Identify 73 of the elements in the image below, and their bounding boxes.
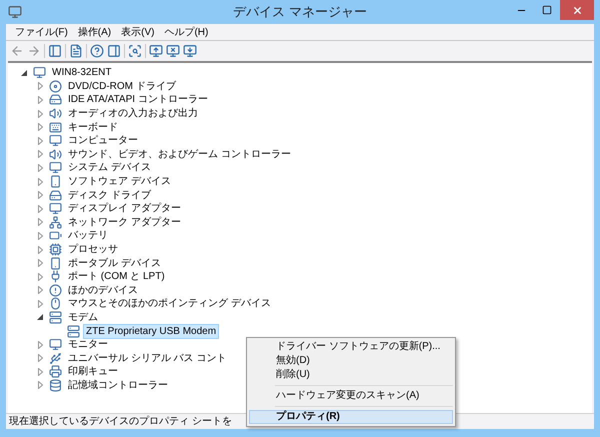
- context-menu-item[interactable]: プロパティ(R): [249, 410, 454, 424]
- tree-item[interactable]: ソフトウェア デバイス: [65, 174, 174, 190]
- database-icon: [49, 378, 62, 392]
- help-icon[interactable]: [90, 44, 104, 58]
- monitor-x-icon[interactable]: [166, 44, 180, 58]
- monitor-icon: [49, 202, 62, 216]
- alert-icon: [49, 284, 62, 297]
- context-menu-item[interactable]: ドライバー ソフトウェアの更新(P)...: [249, 340, 454, 354]
- document-icon[interactable]: [69, 44, 83, 58]
- keyboard-icon: [49, 120, 62, 134]
- menu-item[interactable]: 操作(A): [72, 24, 116, 40]
- context-menu-item[interactable]: ハードウェア変更のスキャン(A): [249, 389, 454, 403]
- speaker-icon: [49, 148, 62, 161]
- panel-icon[interactable]: [48, 44, 62, 58]
- context-menu-item[interactable]: 無効(D): [249, 354, 454, 368]
- tree-item[interactable]: ディスプレイ アダプター: [65, 201, 184, 216]
- tree-item[interactable]: ポート (COM と LPT): [65, 269, 168, 284]
- tree-item[interactable]: モニター: [65, 337, 111, 352]
- tree-item[interactable]: ディスク ドライブ: [65, 188, 154, 203]
- tree-item[interactable]: システム デバイス: [65, 160, 154, 176]
- context-menu-item[interactable]: 削除(U): [249, 368, 454, 382]
- tree-item[interactable]: モデム: [65, 310, 101, 325]
- close-icon: [572, 4, 582, 16]
- tree-item[interactable]: コンピューター: [65, 133, 141, 148]
- tree-item[interactable]: プロセッサ: [65, 242, 121, 258]
- forward-icon[interactable]: [27, 44, 41, 58]
- tree-item[interactable]: ZTE Proprietary USB Modem: [83, 324, 220, 339]
- tree-item[interactable]: ポータブル デバイス: [65, 256, 164, 271]
- maximize-icon: [542, 5, 552, 15]
- drive-icon: [49, 93, 62, 106]
- monitor-down-icon[interactable]: [183, 44, 197, 58]
- printer-icon: [49, 365, 62, 378]
- modem-icon: [67, 324, 80, 338]
- tree-item[interactable]: サウンド、ビデオ、およびゲーム コントローラー: [65, 146, 294, 162]
- usb-icon: [49, 352, 62, 365]
- mouse-icon: [49, 297, 62, 310]
- scan-icon[interactable]: [128, 44, 142, 58]
- tree-item[interactable]: ユニバーサル シリアル バス コント: [65, 350, 230, 366]
- monitor-icon: [49, 134, 62, 148]
- plug-icon: [49, 270, 62, 284]
- computer-icon: [33, 66, 46, 80]
- server-icon: [49, 310, 62, 324]
- tree-item[interactable]: オーディオの入力および出力: [65, 106, 201, 122]
- drive-icon: [49, 188, 62, 202]
- tree-item[interactable]: ほかのデバイス: [65, 282, 141, 298]
- monitor-up-icon[interactable]: [149, 44, 163, 58]
- tree-item[interactable]: DVD/CD-ROM ドライブ: [65, 78, 179, 94]
- phone-icon: [49, 256, 62, 270]
- window-title: デバイス マネージャー: [233, 3, 367, 22]
- menu-item[interactable]: ファイル(F): [10, 24, 73, 40]
- menu-item[interactable]: ヘルプ(H): [159, 24, 214, 40]
- battery-icon: [49, 229, 62, 242]
- monitor-icon: [49, 338, 62, 352]
- tree-item[interactable]: IDE ATA/ATAPI コントローラー: [65, 92, 211, 108]
- tree-item[interactable]: キーボード: [65, 120, 121, 135]
- phone-icon: [49, 175, 62, 188]
- app-icon: [8, 5, 22, 19]
- tree-item[interactable]: 印刷キュー: [65, 364, 121, 380]
- network-icon: [49, 216, 62, 229]
- tree-item[interactable]: WIN8-32ENT: [49, 65, 114, 80]
- tree-item[interactable]: 記憶域コントローラー: [65, 378, 171, 393]
- disc-icon: [49, 80, 62, 93]
- close-button[interactable]: [560, 0, 594, 20]
- panel-icon[interactable]: [107, 44, 121, 58]
- back-icon[interactable]: [10, 44, 24, 58]
- menu-item[interactable]: 表示(V): [116, 24, 160, 40]
- tree-item[interactable]: バッテリ: [65, 228, 111, 244]
- monitor-icon: [49, 161, 62, 174]
- status-text: 現在選択しているデバイスのプロパティ シートを: [9, 414, 232, 429]
- tree-item[interactable]: マウスとそのほかのポインティング デバイス: [65, 296, 274, 312]
- speaker-icon: [49, 107, 62, 120]
- chip-icon: [49, 243, 62, 256]
- tree-item[interactable]: ネットワーク アダプター: [65, 214, 184, 230]
